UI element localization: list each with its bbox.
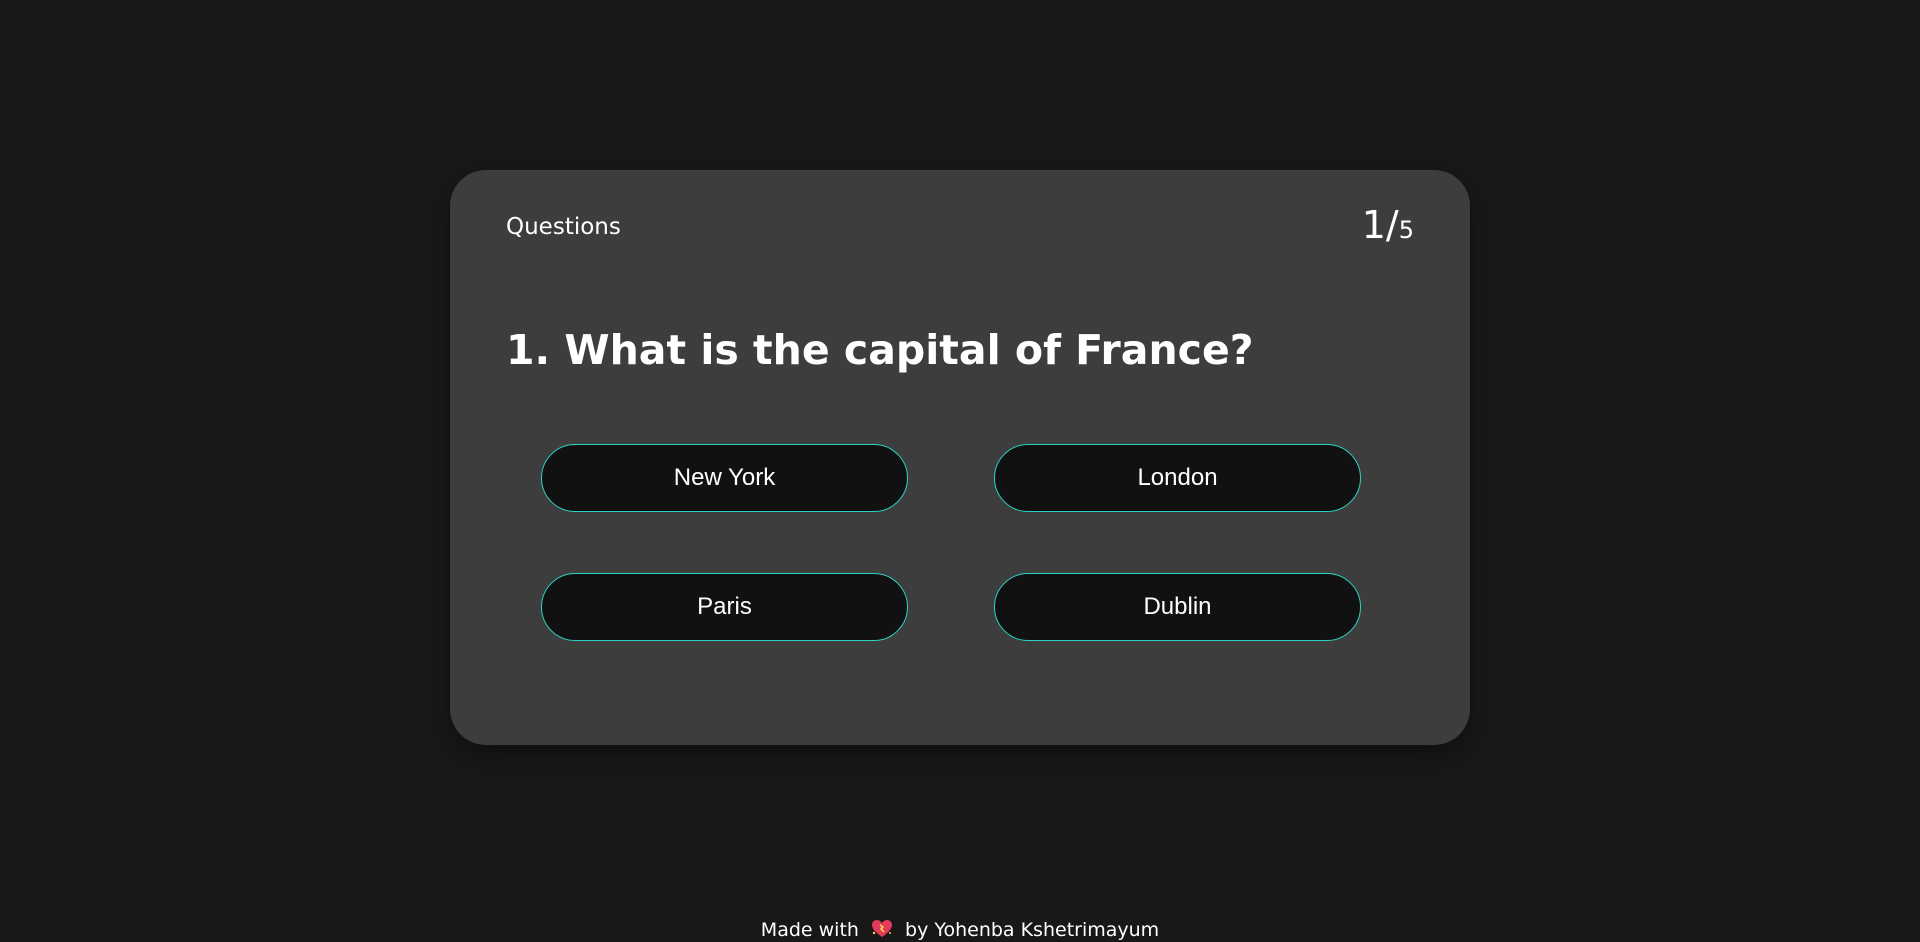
footer-prefix: Made with [760,919,859,941]
counter-separator: / [1385,203,1399,247]
question-text: 1. What is the capital of France? [506,326,1254,374]
quiz-card: Questions 1/5 1. What is the capital of … [450,170,1470,745]
answer-option-new-york[interactable]: New York [541,444,908,512]
current-question-number: 1 [1361,203,1386,247]
answer-options: New York London Paris Dublin [541,444,1361,641]
sparkling-heart-icon [871,919,893,942]
question-counter: 1/5 [1362,206,1414,244]
section-label: Questions [506,214,621,240]
answer-option-dublin[interactable]: Dublin [994,573,1361,641]
footer-credit: Made with by Yohenba Kshetrimayum [0,918,1920,942]
answer-option-paris[interactable]: Paris [541,573,908,641]
total-questions: 5 [1398,216,1414,244]
answer-option-london[interactable]: London [994,444,1361,512]
footer-author: by Yohenba Kshetrimayum [905,919,1160,941]
quiz-page: Questions 1/5 1. What is the capital of … [0,0,1920,942]
